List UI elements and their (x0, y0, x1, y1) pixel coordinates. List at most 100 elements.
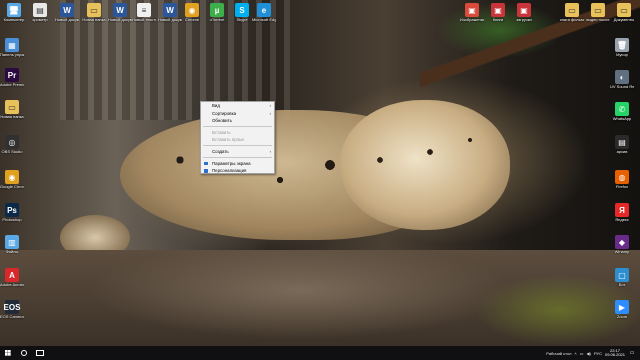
desktop-wallpaper (0, 0, 640, 346)
wallpaper-leopard-head (340, 100, 510, 230)
search-button[interactable] (16, 346, 32, 360)
tray-chevron-icon[interactable]: ˄ (574, 351, 576, 356)
submenu-arrow-icon: › (269, 103, 271, 108)
desktop-icon[interactable]: ▥ Файлы (0, 235, 24, 255)
context-menu-item[interactable]: Создать › (201, 148, 274, 156)
menu-separator (203, 126, 272, 128)
desktop-icon[interactable]: ◎ OBS Studio (0, 135, 24, 155)
word-icon: W (163, 3, 177, 17)
desktop-icon[interactable]: ▭ Новая папка (0, 100, 24, 120)
context-menu-item[interactable]: Сортировка › (201, 110, 274, 118)
desktop-icon[interactable]: eMicrosoft Edge (252, 3, 276, 23)
desktop-icon[interactable]: EOSEOS Camera Movie EX (0, 300, 24, 320)
desktop-icon-label: OBS Studio (1, 150, 23, 154)
folder-icon: ▭ (87, 3, 101, 17)
desktop-icon-label: видео после (586, 18, 610, 22)
desktop-icon[interactable]: ▣ загрузки (512, 3, 536, 23)
context-menu-item: Вставить (201, 129, 274, 137)
context-menu-item[interactable]: Персонализация (201, 167, 274, 175)
desktop-icon-label: Мусор (616, 53, 628, 57)
recycle-bin-icon: 🗑 (615, 38, 629, 52)
desktop-icon-label: архив (616, 150, 628, 154)
task-view-button[interactable] (32, 346, 48, 360)
chrome-icon: ◉ (5, 170, 19, 184)
desktop-icon[interactable]: ▭ книга фильмы (560, 3, 584, 23)
context-menu-item-label: Персонализация (212, 168, 247, 174)
desktop-icon-label: Новая папка (0, 115, 24, 119)
desktop-icon[interactable]: ◐UV Sound Recorder (610, 70, 634, 90)
context-menu-item-label: Создать (212, 148, 229, 154)
desktop-icon[interactable]: ▭ Новая папка (82, 3, 106, 23)
desktop-icon[interactable]: S Skype (230, 3, 254, 23)
clock[interactable]: 22:17 09.06.2021 (605, 348, 625, 358)
document-icon: ▤ (33, 3, 47, 17)
desktop-icon[interactable]: Ps Photoshop (0, 203, 24, 223)
context-menu-item[interactable]: Обновить (201, 117, 274, 125)
desktop-icon-label: Новая папка (82, 18, 106, 22)
notification-icon[interactable]: ▭ (628, 346, 636, 360)
desktop-icon[interactable]: ◉ Chrome (180, 3, 204, 23)
desktop-icon[interactable]: ▤ хрометр (28, 3, 52, 23)
context-menu-item-label: Сортировка (212, 110, 237, 116)
desktop-icon[interactable]: µ uTorrent (205, 3, 229, 23)
volume-icon[interactable]: ◀) (587, 351, 591, 356)
search-icon (21, 350, 27, 356)
desktop-toolbar-label[interactable]: Рабочий стол (546, 351, 571, 356)
desktop-icon[interactable]: 🖥 Компьютер (2, 3, 26, 23)
context-menu-item[interactable]: Параметры экрана (201, 160, 274, 168)
desktop-icon-label: хрометр (32, 18, 48, 22)
desktop-icon[interactable]: ≡Новый текстовый (132, 3, 156, 23)
word-icon: W (113, 3, 127, 17)
desktop-icon-label: Adobe Acrobat (0, 283, 24, 287)
desktop-icon[interactable]: ▭ видео после (586, 3, 610, 23)
firefox-icon: ◍ (615, 170, 629, 184)
utorrent-icon: µ (210, 3, 224, 17)
language-indicator[interactable]: РУС (594, 351, 602, 356)
desktop-icon[interactable]: ▭ Документы (612, 3, 636, 23)
desktop-icon-label: WhatsApp (612, 117, 632, 121)
edge-icon: e (257, 3, 271, 17)
recorder-icon: ◐ (615, 70, 629, 84)
desktop-icon-label: Яндекс (615, 218, 629, 222)
desktop-context-menu: Вид › Сортировка › Обновить Вставить Вставить … (200, 101, 275, 174)
desktop-icon-label: UV Sound Recorder (610, 85, 634, 89)
books-icon: ▣ (491, 3, 505, 17)
yandex-icon: Я (615, 203, 629, 217)
desktop-icon[interactable]: ✆ WhatsApp (610, 102, 634, 122)
text-icon: ≡ (137, 3, 151, 17)
desktop-icon[interactable]: A Adobe Acrobat (0, 268, 24, 288)
windows-start-icon (5, 350, 11, 356)
desktop-icon[interactable]: 🗑 Мусор (610, 38, 634, 58)
photoshop-icon: Ps (5, 203, 19, 217)
start-button[interactable] (0, 346, 16, 360)
desktop-icon[interactable]: ◍ Firefox (610, 170, 634, 190)
network-icon[interactable]: ▭ (580, 351, 584, 356)
chrome-icon: ◉ (185, 3, 199, 17)
desktop-icon[interactable]: ◉Google Chrome (0, 170, 24, 190)
desktop-icon[interactable]: ▶ Zoom (610, 300, 634, 320)
desktop-icon[interactable]: ▦Панель управления (0, 38, 24, 58)
archive-icon: ▤ (615, 135, 629, 149)
context-menu-item-label: Вставить (212, 129, 231, 135)
desktop-icon-label: Новый документ (55, 18, 79, 22)
desktop-icon-label: Изображения (460, 18, 484, 22)
bot-icon: ▢ (615, 268, 629, 282)
desktop-icon[interactable]: ▣ Книги (486, 3, 510, 23)
winamp-icon: ◆ (615, 235, 629, 249)
desktop-icon-label: uTorrent (209, 18, 225, 22)
desktop-icon[interactable]: ▢ Бот (610, 268, 634, 288)
desktop-icon[interactable]: Я Яндекс (610, 203, 634, 223)
desktop-icon[interactable]: ▣ Изображения (460, 3, 484, 23)
downloads-icon: ▣ (517, 3, 531, 17)
desktop-icon[interactable]: WНовый документ (108, 3, 132, 23)
desktop-icon-label: Firefox (615, 185, 629, 189)
desktop-icon[interactable]: ▤ архив (610, 135, 634, 155)
desktop-icon[interactable]: PrAdobe Premiere (0, 68, 24, 88)
desktop-icon[interactable]: WНовый документ (2) (158, 3, 182, 23)
desktop-icon-label: Microsoft Edge (252, 18, 276, 22)
desktop-icon[interactable]: ◆ Winamp (610, 235, 634, 255)
desktop-icon-label: Новый документ (108, 18, 132, 22)
desktop-icon[interactable]: WНовый документ (55, 3, 79, 23)
obs-icon: ◎ (5, 135, 19, 149)
context-menu-item[interactable]: Вид › (201, 102, 274, 110)
